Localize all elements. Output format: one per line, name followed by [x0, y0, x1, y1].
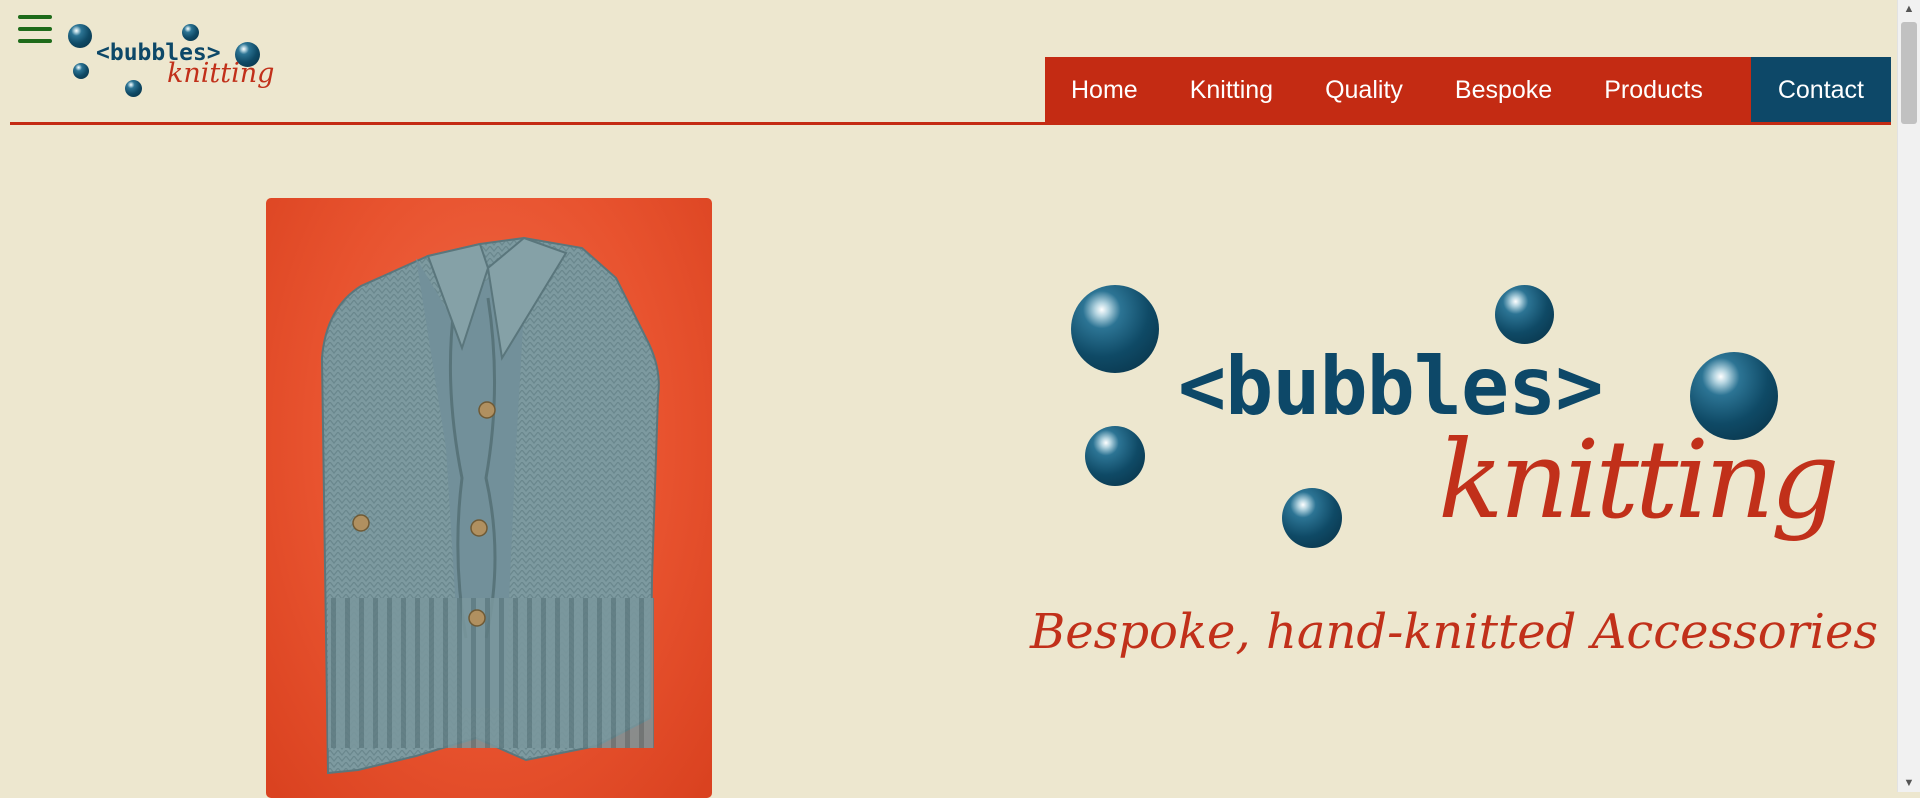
- logo-bubble-icon: [68, 24, 92, 48]
- hamburger-bar: [18, 39, 52, 43]
- header-divider: [10, 122, 1891, 125]
- page-scrollbar[interactable]: ▲ ▼: [1897, 0, 1920, 792]
- hero-logo: <bubbles> knitting: [1060, 280, 1840, 570]
- chevron-up-icon[interactable]: ▲: [1898, 0, 1920, 18]
- logo-bubble-icon: [73, 63, 89, 79]
- hamburger-menu-icon[interactable]: [18, 15, 52, 43]
- hero-logo-script: knitting: [1438, 418, 1840, 543]
- nav-knitting[interactable]: Knitting: [1164, 57, 1299, 123]
- nav-contact[interactable]: Contact: [1750, 57, 1891, 123]
- chevron-down-icon[interactable]: ▼: [1898, 774, 1920, 792]
- nav-quality[interactable]: Quality: [1299, 57, 1429, 123]
- main-navigation: Home Knitting Quality Bespoke Products C…: [1045, 57, 1891, 123]
- hamburger-bar: [18, 15, 52, 19]
- logo-script: knitting: [167, 58, 275, 89]
- logo-bubble-icon: [125, 80, 142, 97]
- hero-bubble-icon: [1495, 285, 1554, 344]
- logo-bubble-icon: [182, 24, 199, 41]
- nav-bespoke[interactable]: Bespoke: [1429, 57, 1578, 123]
- site-logo[interactable]: <bubbles> knitting: [64, 20, 274, 100]
- nav-home[interactable]: Home: [1045, 57, 1164, 123]
- hero-bubble-icon: [1071, 285, 1159, 373]
- hamburger-bar: [18, 27, 52, 31]
- hero-bubble-icon: [1085, 426, 1145, 486]
- scroll-thumb[interactable]: [1901, 22, 1917, 124]
- knitted-vest-photo: [266, 198, 712, 798]
- hero-tagline: Bespoke, hand-knitted Accessories: [1030, 604, 1878, 660]
- nav-products[interactable]: Products: [1578, 57, 1729, 123]
- hero-bubble-icon: [1282, 488, 1342, 548]
